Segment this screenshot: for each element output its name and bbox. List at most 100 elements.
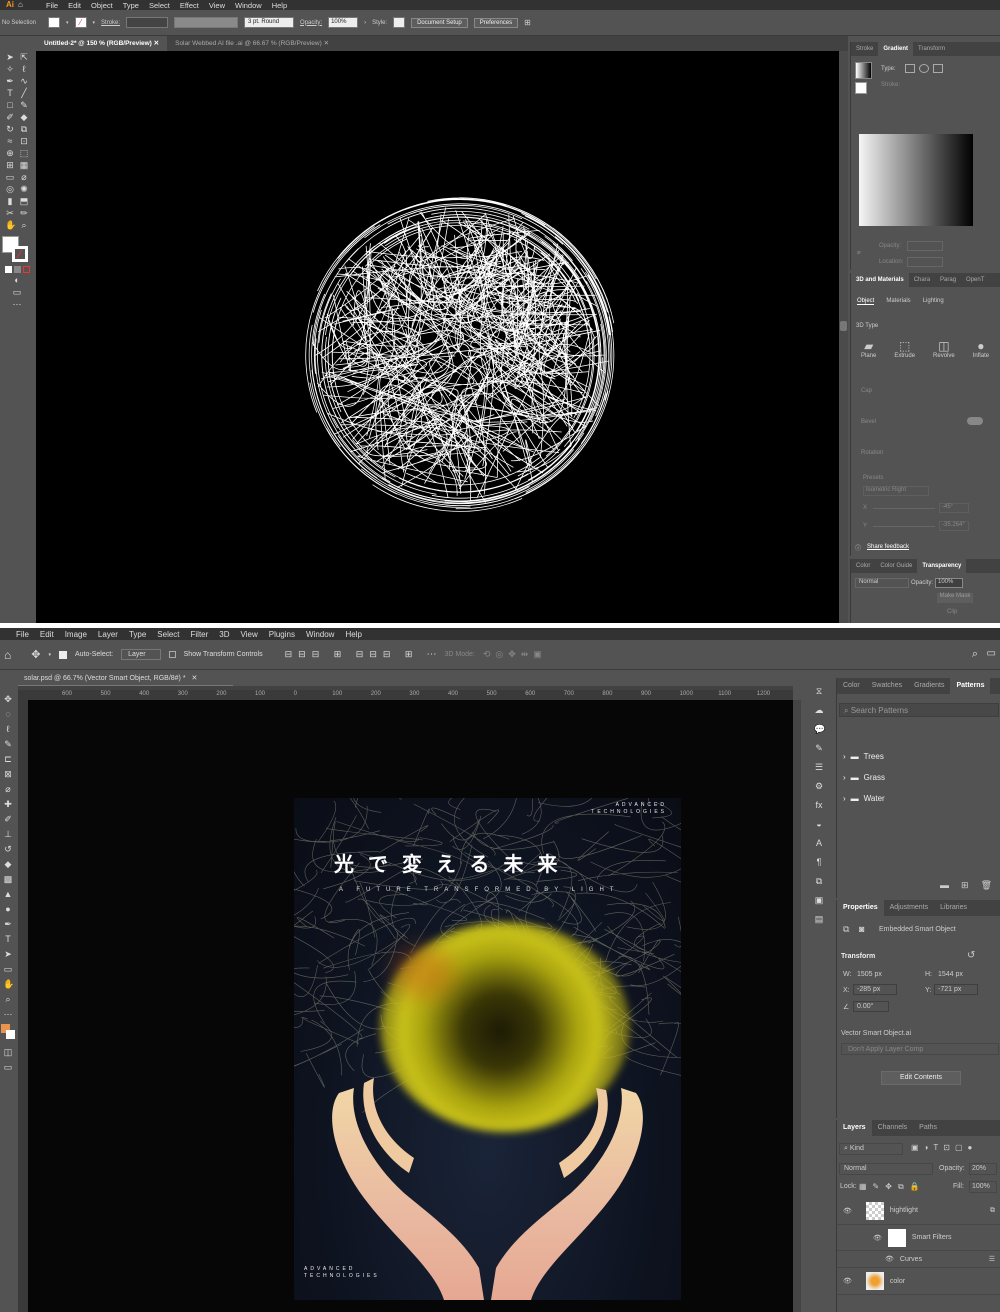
search-patterns-input[interactable]: ⌕ Search Patterns	[839, 703, 999, 717]
opacity-label[interactable]: Opacity:	[300, 20, 322, 26]
layer-opacity-field[interactable]: 20%	[969, 1163, 997, 1175]
tab-color-guide[interactable]: Color Guide	[875, 559, 917, 573]
subtab-materials[interactable]: Materials	[886, 298, 910, 305]
scrollbar-thumb[interactable]	[840, 321, 847, 331]
lasso-icon[interactable]: ℓ	[19, 64, 29, 74]
ps-menu-3d[interactable]: 3D	[219, 630, 229, 639]
path-select-icon[interactable]: ➤	[3, 949, 13, 959]
tab-transparency[interactable]: Transparency	[917, 559, 967, 573]
direct-selection-icon[interactable]: ⇱	[19, 52, 29, 62]
edit-toolbar-icon[interactable]: ⋯	[3, 1009, 13, 1019]
gradient-fill-swatch[interactable]	[855, 82, 867, 94]
variable-width-profile[interactable]	[174, 17, 239, 28]
show-transform-checkbox[interactable]	[168, 651, 176, 658]
ps-menu-select[interactable]: Select	[157, 630, 179, 639]
symbol-sprayer-icon[interactable]: ✺	[19, 184, 29, 194]
linear-gradient-icon[interactable]	[905, 64, 915, 73]
trash-icon[interactable]: 🗑	[981, 880, 992, 891]
glyphs-icon[interactable]: ⧉	[814, 876, 824, 886]
tab-adjustments[interactable]: Adjustments	[884, 900, 935, 916]
dodge-tool-icon[interactable]: ●	[3, 904, 13, 914]
layer-row-smart-filters[interactable]: 👁 Smart Filters	[837, 1225, 1000, 1251]
y-field[interactable]: -721 px	[934, 984, 978, 995]
ps-menu-type[interactable]: Type	[129, 630, 146, 639]
brush-definition[interactable]: 3 pt. Round	[244, 17, 295, 28]
x-field[interactable]: -285 px	[853, 984, 897, 995]
tab-untitled-2[interactable]: Untitled-2* @ 150 % (RGB/Preview) ✕	[36, 36, 168, 51]
tab-paragraph[interactable]: Parag	[935, 273, 961, 287]
auto-select-target-dropdown[interactable]: Layer	[121, 649, 161, 660]
graph-tool-icon[interactable]: ▮	[5, 196, 15, 206]
ps-menu-plugins[interactable]: Plugins	[269, 630, 295, 639]
chevron-down-icon[interactable]: ▾	[48, 652, 51, 658]
history-brush-icon[interactable]: ↺	[3, 844, 13, 854]
layer-blend-dropdown[interactable]: Normal	[839, 1163, 933, 1175]
ai-menu-type[interactable]: Type	[123, 1, 139, 10]
x-rotation-slider[interactable]	[873, 508, 935, 509]
shapes-icon[interactable]: ◒	[814, 819, 824, 829]
zoom-tool-icon[interactable]: ⌕	[19, 220, 29, 230]
eraser-icon[interactable]: ◆	[19, 112, 29, 122]
close-icon[interactable]: ✕	[192, 675, 198, 682]
freeform-gradient-icon[interactable]	[933, 64, 943, 73]
none-mode-icon[interactable]	[22, 266, 30, 273]
layer-row-color[interactable]: 👁 color	[837, 1267, 1000, 1295]
gradient-mode-icon[interactable]	[13, 266, 21, 273]
eraser2-icon[interactable]: ✏	[19, 208, 29, 218]
blur-tool-icon[interactable]: ▲	[3, 889, 13, 899]
ps-menu-image[interactable]: Image	[65, 630, 87, 639]
move-tool-icon[interactable]: ✥	[31, 648, 40, 661]
ai-menu-object[interactable]: Object	[91, 1, 113, 10]
ps-menu-layer[interactable]: Layer	[98, 630, 118, 639]
ps-vertical-scrollbar[interactable]	[793, 700, 801, 1312]
tab-transform[interactable]: Transform	[913, 42, 950, 56]
shaper-icon[interactable]: ✐	[5, 112, 15, 122]
move-tool-icon[interactable]: ✥	[3, 694, 13, 704]
ai-menu-edit[interactable]: Edit	[68, 1, 81, 10]
ai-menu-view[interactable]: View	[209, 1, 225, 10]
artboard-icon[interactable]: ⬒	[19, 196, 29, 206]
rotate-icon[interactable]: ↻	[5, 124, 15, 134]
edit-contents-button[interactable]: Edit Contents	[881, 1071, 961, 1085]
crop-tool-icon[interactable]: ⊏	[3, 754, 13, 764]
quick-select-icon[interactable]: ✎	[3, 739, 13, 749]
tab-solar-webbed[interactable]: Solar Webbed AI file .ai @ 66.67 % (RGB/…	[167, 36, 337, 51]
ps-canvas[interactable]: ADVANCED TECHNOLOGIES 光で変える未来 A FUTURE T…	[28, 700, 793, 1312]
healing-brush-icon[interactable]: ✚	[3, 799, 13, 809]
ps-menu-window[interactable]: Window	[306, 630, 334, 639]
ps-menu-help[interactable]: Help	[345, 630, 361, 639]
tab-layers[interactable]: Layers	[837, 1120, 872, 1136]
lock-icons[interactable]: ▦✎✥⧉🔒	[859, 1182, 926, 1192]
folder-water[interactable]: › ▬ Water	[837, 788, 1000, 809]
tab-stroke[interactable]: Stroke	[851, 42, 878, 56]
ai-menu-select[interactable]: Select	[149, 1, 170, 10]
height-value[interactable]: 1544 px	[938, 971, 963, 978]
plane-option[interactable]: ▰ Plane	[861, 339, 876, 359]
layer-row-curves[interactable]: 👁 Curves ☰	[837, 1251, 1000, 1267]
tab-character[interactable]: Chara	[909, 273, 935, 287]
styles-icon[interactable]: ⚙	[814, 781, 824, 791]
tab-3d-materials[interactable]: 3D and Materials	[851, 273, 909, 287]
stroke-weight-field[interactable]	[126, 17, 169, 28]
ai-menu-window[interactable]: Window	[235, 1, 262, 10]
ps-menu-edit[interactable]: Edit	[40, 630, 54, 639]
rectangle-tool-icon[interactable]: ▭	[3, 964, 13, 974]
gradient-tool-icon[interactable]: ▩	[3, 874, 13, 884]
clone-stamp-icon[interactable]: ⊥	[3, 829, 13, 839]
tab-color[interactable]: Color	[837, 678, 866, 694]
magic-wand-icon[interactable]: ✧	[5, 64, 15, 74]
selection-tool-icon[interactable]: ➤	[5, 52, 15, 62]
paintbrush-icon[interactable]: ✎	[19, 100, 29, 110]
tab-properties[interactable]: Properties	[837, 900, 884, 916]
layer-row-hightlight[interactable]: 👁 hightlight ⧉	[837, 1197, 1000, 1225]
fill-swatch[interactable]	[48, 17, 60, 28]
mesh-icon[interactable]: ▦	[19, 160, 29, 170]
presets-dropdown[interactable]: Isometric Right	[863, 486, 929, 496]
draw-mode-icon[interactable]: ◐	[12, 275, 22, 285]
inflate-option[interactable]: ● Inflate	[973, 339, 989, 359]
comments-icon[interactable]: 💬	[814, 724, 825, 734]
auto-select-checkbox[interactable]	[58, 650, 67, 659]
vertical-ruler[interactable]	[18, 700, 28, 1312]
fill-stroke-widget[interactable]: ⁄	[2, 236, 32, 264]
eyedropper-icon[interactable]: ⌀	[19, 172, 29, 182]
